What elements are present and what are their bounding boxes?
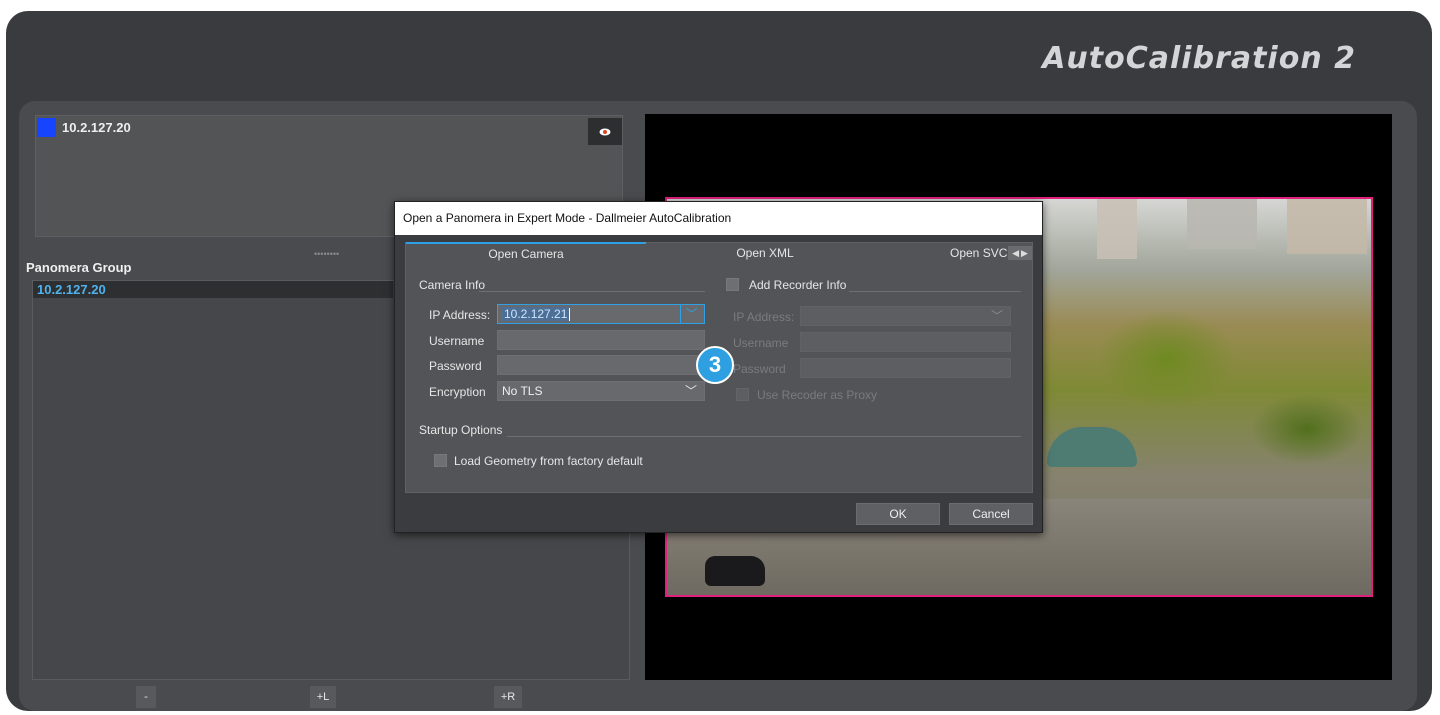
ip-address-value: 10.2.127.21 <box>502 307 570 321</box>
visibility-toggle-button[interactable] <box>588 118 622 145</box>
list-item[interactable]: 10.2.127.20 <box>33 281 393 298</box>
divider <box>507 436 1021 437</box>
add-left-button[interactable]: +L <box>310 686 336 708</box>
recorder-password-label: Password <box>733 362 786 376</box>
encryption-select[interactable]: No TLS ﹀ <box>497 381 705 401</box>
cancel-button[interactable]: Cancel <box>949 503 1033 525</box>
eye-icon <box>599 128 611 135</box>
step-badge: 3 <box>696 346 734 384</box>
username-label: Username <box>429 334 485 348</box>
load-geometry-checkbox[interactable] <box>434 454 447 467</box>
building-shape <box>1287 199 1367 254</box>
pavilion-shape <box>1047 427 1137 467</box>
list-item-label: 10.2.127.20 <box>37 282 106 297</box>
camera-color-swatch <box>37 118 56 137</box>
add-recorder-checkbox[interactable] <box>726 278 739 291</box>
recorder-username-label: Username <box>733 336 789 350</box>
divider <box>849 291 1021 292</box>
chevron-right-icon[interactable]: ▶ <box>1021 248 1028 259</box>
text-caret <box>569 308 571 322</box>
startup-options-heading: Startup Options <box>419 423 503 437</box>
password-field[interactable] <box>497 355 705 375</box>
recorder-username-field[interactable] <box>800 332 1011 352</box>
camera-ip-label: 10.2.127.20 <box>62 120 131 135</box>
dialog-title: Open a Panomera in Expert Mode - Dallmei… <box>395 202 1042 235</box>
ip-address-label: IP Address: <box>429 308 491 322</box>
username-field[interactable] <box>497 330 705 350</box>
remove-button[interactable]: - <box>136 686 156 708</box>
tab-open-xml[interactable]: Open XML <box>695 242 835 264</box>
ok-button[interactable]: OK <box>856 503 940 525</box>
building-shape <box>1097 199 1137 259</box>
divider <box>479 291 705 292</box>
building-shape <box>1187 199 1257 249</box>
camera-info-heading: Camera Info <box>419 278 486 292</box>
chevron-left-icon[interactable]: ◀ <box>1012 248 1019 259</box>
tab-scroll-buttons[interactable]: ◀ ▶ <box>1008 246 1032 260</box>
encryption-value: No TLS <box>502 384 543 398</box>
chevron-down-icon[interactable]: ﹀ <box>680 382 702 400</box>
use-recorder-proxy-label: Use Recoder as Proxy <box>757 388 878 402</box>
password-label: Password <box>429 359 482 373</box>
recorder-ip-combobox[interactable]: ﹀ <box>800 306 1011 326</box>
group-heading: Panomera Group <box>26 260 132 275</box>
car-shape <box>705 556 765 586</box>
add-right-button[interactable]: +R <box>494 686 522 708</box>
encryption-label: Encryption <box>429 385 486 399</box>
load-geometry-label: Load Geometry from factory default <box>454 454 643 468</box>
app-title: AutoCalibration 2 <box>1042 41 1356 76</box>
chevron-down-icon[interactable]: ﹀ <box>680 305 702 323</box>
ip-address-combobox[interactable]: 10.2.127.21 ﹀ <box>497 304 705 324</box>
chevron-down-icon[interactable]: ﹀ <box>986 307 1008 325</box>
tab-open-camera[interactable]: Open Camera <box>406 242 646 264</box>
add-recorder-label: Add Recorder Info <box>749 278 847 292</box>
recorder-password-field[interactable] <box>800 358 1011 378</box>
tab-open-svc[interactable]: Open SVC <box>950 242 1010 264</box>
use-recorder-proxy-checkbox[interactable] <box>736 388 749 401</box>
splitter-handle[interactable]: •••••••• <box>314 249 339 259</box>
recorder-ip-label: IP Address: <box>733 310 795 324</box>
